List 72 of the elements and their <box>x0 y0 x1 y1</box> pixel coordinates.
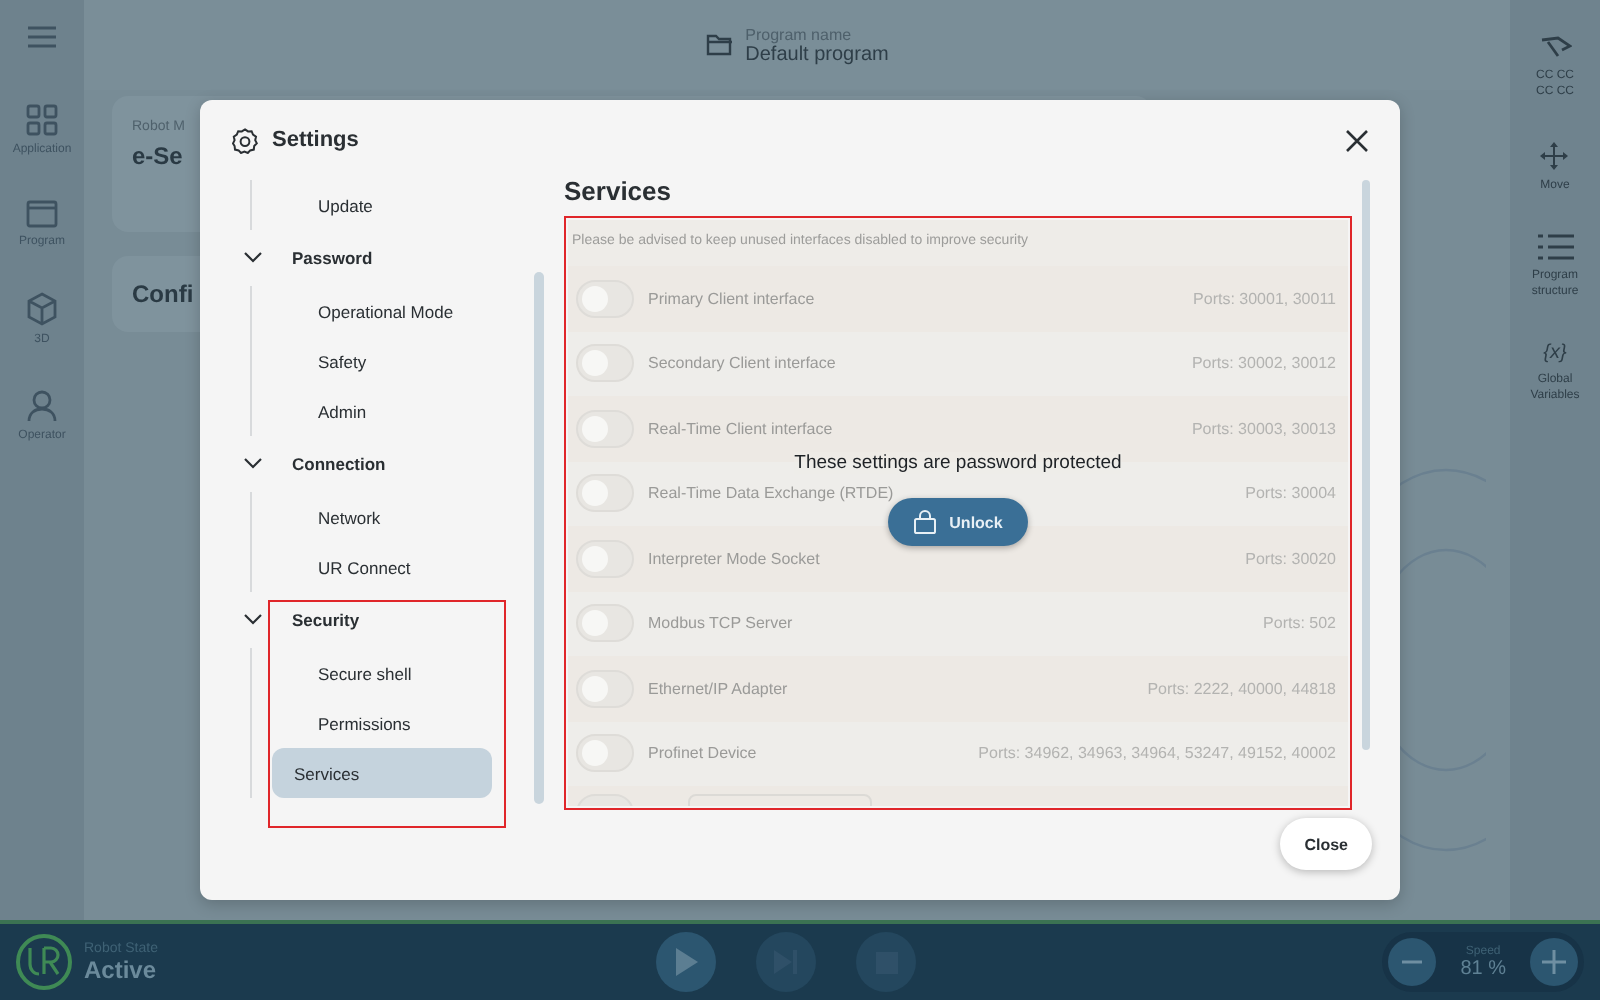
service-name: Ethernet/IP Adapter <box>648 679 788 698</box>
service-ports: Ports: 30004 <box>1245 484 1336 503</box>
nav-item[interactable]: UR Connect <box>274 542 492 592</box>
service-ports: Ports: 30020 <box>1245 549 1336 568</box>
service-name: Primary Client interface <box>648 289 815 308</box>
cube-icon[interactable] <box>26 292 58 326</box>
nav-item[interactable]: Operational Mode <box>274 286 492 336</box>
toggle-switch[interactable] <box>576 604 634 643</box>
robot-arm-icon[interactable] <box>1539 36 1571 60</box>
toggle-switch[interactable] <box>576 344 634 383</box>
toggle-switch[interactable] <box>576 539 634 578</box>
chevron-icon <box>244 252 262 264</box>
toggle-switch[interactable] <box>576 669 634 708</box>
dialog-title: Settings <box>272 128 359 152</box>
list-icon[interactable] <box>1537 234 1573 261</box>
toggle-switch[interactable] <box>576 734 634 773</box>
nav-item[interactable]: Secure shell <box>274 648 492 698</box>
move-arrows-icon[interactable] <box>1540 141 1569 170</box>
plus-button[interactable] <box>1530 938 1578 986</box>
toggle-switch[interactable] <box>576 279 634 318</box>
state-value: Active <box>84 955 158 983</box>
service-ports: Ports: 30002, 30012 <box>1191 354 1336 373</box>
nav-item[interactable]: Safety <box>274 336 492 386</box>
lock-message: These settings are password protected <box>794 452 1122 474</box>
gear-icon <box>232 127 258 153</box>
nav-item[interactable]: Update <box>274 180 492 230</box>
service-name: Profinet Device <box>648 744 757 763</box>
scrollbar-thumb[interactable] <box>1362 180 1370 750</box>
service-ports: Ports: 30003, 30013 <box>1191 419 1336 438</box>
card-title: Confi <box>132 280 194 308</box>
minus-button[interactable] <box>1388 938 1437 986</box>
stop-button[interactable] <box>856 932 916 992</box>
service-name: Interpreter Mode Socket <box>648 549 820 568</box>
logo-icon <box>16 934 72 990</box>
nav-group[interactable]: Security <box>220 592 534 648</box>
nav-item[interactable]: Services <box>272 748 492 798</box>
service-ports: Ports: 2222, 40000, 44818 <box>1147 679 1336 698</box>
chevron-icon <box>244 458 262 470</box>
window-icon[interactable] <box>25 200 58 228</box>
scrollbar-thumb[interactable] <box>534 272 544 804</box>
person-icon[interactable] <box>26 390 58 422</box>
service-ports: Ports: 34962, 34963, 34964, 53247, 49152, 40002 <box>978 744 1336 763</box>
service-name: Real-Time Data Exchange (RTDE) <box>648 484 894 503</box>
service-ports: Ports: 30001, 30011 <box>1193 289 1336 308</box>
toggle-switch[interactable] <box>576 474 634 513</box>
folder-icon <box>705 34 734 56</box>
card-title: e-Se <box>132 142 183 170</box>
chevron-icon <box>244 614 262 626</box>
plus-icon <box>1542 950 1566 974</box>
play-icon <box>674 948 698 976</box>
service-name: Real-Time Client interface <box>648 419 833 438</box>
minus-icon <box>1402 960 1423 964</box>
menu-icon[interactable] <box>28 26 56 48</box>
play-button[interactable] <box>656 932 716 992</box>
nav-item[interactable]: Permissions <box>274 698 492 748</box>
speed-value: 81 % <box>1460 957 1506 979</box>
grid-icon[interactable] <box>25 104 58 136</box>
nav-group[interactable]: Connection <box>220 436 534 492</box>
close-icon[interactable] <box>1346 129 1368 151</box>
program-name: Default program <box>745 43 889 65</box>
toggle-switch[interactable] <box>576 409 634 448</box>
section-heading: Services <box>564 176 673 210</box>
nav-item[interactable]: Admin <box>274 386 492 436</box>
skip-button[interactable] <box>756 932 816 992</box>
service-name: Modbus TCP Server <box>648 614 793 633</box>
service-ports: Ports: 502 <box>1263 614 1336 633</box>
nav-group[interactable]: Password <box>220 230 534 286</box>
close-button[interactable]: Close <box>1280 818 1372 870</box>
service-name: Secondary Client interface <box>648 354 836 373</box>
nav-item[interactable]: Network <box>274 492 492 542</box>
padlock-icon <box>913 510 936 534</box>
unlock-button[interactable]: Unlock <box>887 498 1029 546</box>
